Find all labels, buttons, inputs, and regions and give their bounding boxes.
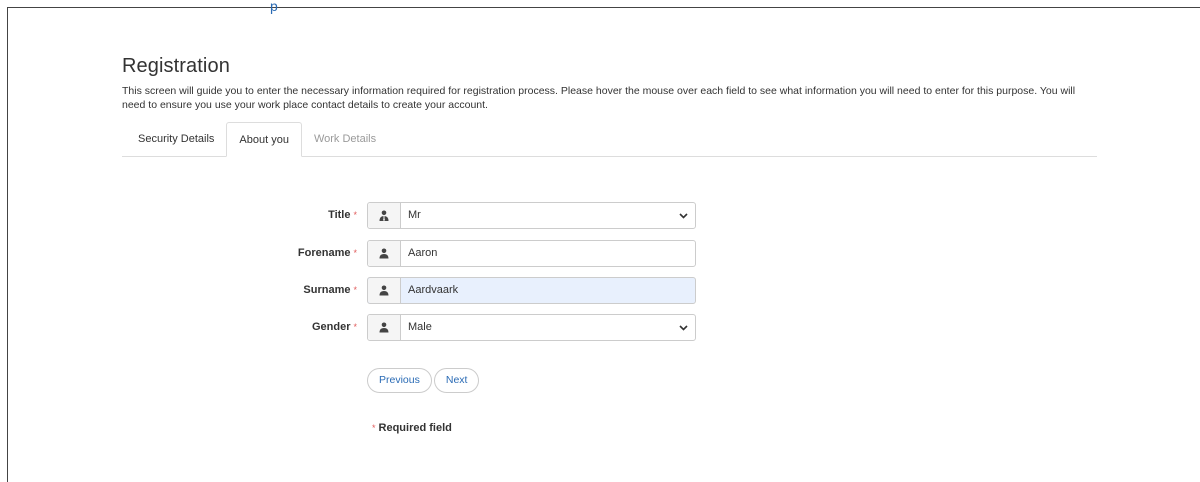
- tab-security-details[interactable]: Security Details: [126, 122, 226, 156]
- required-star: *: [372, 423, 376, 433]
- title-value: Mr: [408, 209, 421, 221]
- page-title: Registration: [122, 55, 230, 77]
- gender-select[interactable]: Male: [367, 314, 696, 341]
- surname-row: Surname * Aardvaark: [122, 277, 1097, 304]
- forename-row: Forename * Aaron: [122, 240, 1097, 267]
- surname-field[interactable]: Aardvaark: [367, 277, 696, 304]
- user-icon: [368, 278, 401, 303]
- forename-label: Forename *: [298, 240, 357, 267]
- gender-label-text: Gender: [311, 321, 351, 333]
- tab-bar: Security Details About you Work Details: [122, 122, 1097, 157]
- title-label: Title *: [328, 202, 357, 229]
- user-tie-icon: [368, 203, 401, 228]
- forename-field[interactable]: Aaron: [367, 240, 696, 267]
- header-link[interactable]: p: [270, 0, 278, 14]
- surname-label: Surname *: [303, 277, 357, 304]
- previous-button[interactable]: Previous: [367, 368, 432, 393]
- tab-about-you[interactable]: About you: [226, 122, 302, 157]
- surname-label-text: Surname: [303, 284, 351, 296]
- page-frame: p Registration This screen will guide yo…: [7, 0, 1200, 482]
- forename-label-text: Forename: [297, 247, 351, 259]
- gender-row: Gender * Male: [122, 314, 1097, 341]
- title-select[interactable]: Mr: [367, 202, 696, 229]
- title-label-text: Title: [328, 209, 351, 221]
- chevron-down-icon: [675, 315, 691, 340]
- next-button[interactable]: Next: [433, 368, 480, 393]
- required-field-text: Required field: [378, 422, 452, 434]
- gender-label: Gender *: [312, 314, 357, 341]
- forename-value: Aaron: [408, 247, 438, 259]
- required-star: *: [353, 322, 357, 332]
- required-star: *: [353, 210, 357, 220]
- nav-buttons: Previous Next: [367, 368, 480, 393]
- user-icon: [368, 315, 401, 340]
- chevron-down-icon: [675, 203, 691, 228]
- required-field-note: * Required field: [372, 422, 452, 434]
- required-star: *: [353, 248, 357, 258]
- title-row: Title * Mr: [122, 202, 1097, 229]
- registration-panel: Registration This screen will guide you …: [122, 55, 1097, 434]
- tab-work-details[interactable]: Work Details: [302, 122, 388, 156]
- required-star: *: [353, 285, 357, 295]
- surname-value: Aardvaark: [408, 284, 459, 296]
- intro-text: This screen will guide you to enter the …: [122, 85, 1076, 111]
- user-icon: [368, 241, 401, 266]
- gender-value: Male: [408, 321, 432, 333]
